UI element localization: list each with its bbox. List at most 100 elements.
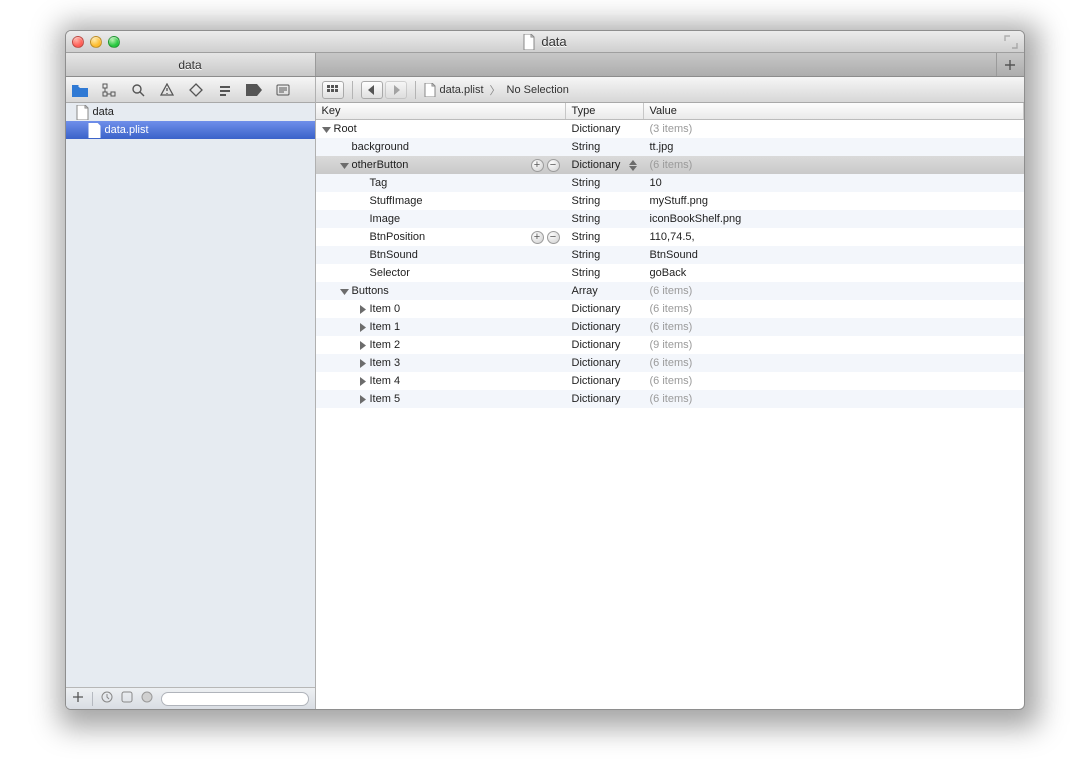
plist-type-label: Dictionary [572,357,621,369]
disclosure-triangle-icon[interactable] [358,322,368,332]
plist-value-label: goBack [644,267,1024,279]
type-stepper[interactable] [629,160,638,171]
jump-bar: data.plist 〉 No Selection [316,77,1024,103]
file-icon [76,105,89,120]
navigator-row[interactable]: data.plist [66,121,315,139]
test-navigator-icon[interactable] [188,82,204,98]
debug-navigator-icon[interactable] [217,82,233,98]
plist-row[interactable]: otherButton+−Dictionary(6 items) [316,156,1024,174]
related-items-button[interactable] [322,81,344,99]
zoom-window-button[interactable] [108,36,120,48]
plist-value-label: (6 items) [644,357,1024,369]
navigator-outline[interactable]: datadata.plist [66,103,315,687]
navigator-filter-bar [66,687,315,709]
recent-filter-icon[interactable] [101,691,113,706]
close-window-button[interactable] [72,36,84,48]
search-navigator-icon[interactable] [130,82,146,98]
plist-row[interactable]: Tag String 10 [316,174,1024,192]
plist-value-label: (6 items) [644,393,1024,405]
plist-type-label: String [572,177,601,189]
tab-data[interactable]: data [66,53,316,76]
file-icon [424,83,436,97]
plist-row[interactable]: BtnSoundStringBtnSound [316,246,1024,264]
chevron-right-icon: 〉 [490,82,501,98]
plist-value-label: myStuff.png [644,195,1024,207]
plist-key-label: BtnSound [370,249,418,261]
forward-button[interactable] [385,81,407,99]
plist-row[interactable]: Selector String goBack [316,264,1024,282]
remove-row-button[interactable]: − [547,159,560,172]
plist-key-label: Item 2 [370,339,401,351]
plist-row[interactable]: ButtonsArray(6 items) [316,282,1024,300]
back-button[interactable] [361,81,383,99]
column-header-value[interactable]: Value [644,103,1024,119]
plist-key-label: Root [334,123,357,135]
plist-key-label: BtnPosition [370,231,426,243]
plist-row[interactable]: StuffImageStringmyStuff.png [316,192,1024,210]
breakpoint-navigator-icon[interactable] [246,82,262,98]
plist-table-header: Key Type Value [316,103,1024,120]
disclosure-triangle-icon[interactable] [358,358,368,368]
add-button[interactable] [72,691,84,706]
plist-value-label: (6 items) [644,303,1024,315]
disclosure-triangle-icon[interactable] [340,160,350,170]
plist-type-label: String [572,195,601,207]
plist-row[interactable]: Item 3Dictionary(6 items) [316,354,1024,372]
add-row-button[interactable]: + [531,159,544,172]
fullscreen-icon[interactable] [1004,35,1018,49]
remove-row-button[interactable]: − [547,231,560,244]
plist-table[interactable]: RootDictionary(3 items) background String t… [316,120,1024,709]
plist-row[interactable]: Item 2Dictionary(9 items) [316,336,1024,354]
plist-row[interactable]: background String tt.jpg [316,138,1024,156]
navigator-filter-field[interactable] [161,692,309,706]
disclosure-triangle-icon[interactable] [340,286,350,296]
symbol-navigator-icon[interactable] [101,82,117,98]
plist-row[interactable]: ImageStringiconBookShelf.png [316,210,1024,228]
navigator-row[interactable]: data [66,103,315,121]
navigator-selector-bar [66,77,315,103]
project-navigator-icon[interactable] [72,82,88,98]
plist-type-label: String [572,141,601,153]
scm-filter-icon[interactable] [121,691,133,706]
column-header-key[interactable]: Key [316,103,566,119]
plist-type-label: String [572,231,601,243]
plist-key-label: background [352,141,410,153]
plist-value-label: iconBookShelf.png [644,213,1024,225]
plist-key-label: Item 0 [370,303,401,315]
log-navigator-icon[interactable] [275,82,291,98]
disclosure-triangle-icon[interactable] [358,376,368,386]
plist-value-label: tt.jpg [644,141,1024,153]
plist-row[interactable]: Item 1Dictionary(6 items) [316,318,1024,336]
jump-bar-file-label: data.plist [440,84,484,96]
add-row-button[interactable]: + [531,231,544,244]
file-icon [88,123,101,138]
disclosure-triangle-icon[interactable] [358,304,368,314]
column-header-type[interactable]: Type [566,103,644,119]
plist-type-label: String [572,267,601,279]
jump-bar-file[interactable]: data.plist [424,83,484,97]
minimize-window-button[interactable] [90,36,102,48]
disclosure-triangle-icon[interactable] [358,394,368,404]
new-tab-button[interactable] [996,53,1024,76]
plist-value-label: (9 items) [644,339,1024,351]
saved-filter-icon[interactable] [141,691,153,706]
disclosure-triangle-icon [358,178,368,188]
plist-row[interactable]: RootDictionary(3 items) [316,120,1024,138]
plist-row[interactable]: Item 0 Dictionary (6 items) [316,300,1024,318]
issue-navigator-icon[interactable] [159,82,175,98]
plist-type-label: Dictionary [572,303,621,315]
plist-key-label: Buttons [352,285,389,297]
plist-value-label: 10 [644,177,1024,189]
plist-type-label: String [572,213,601,225]
plist-key-label: Tag [370,177,388,189]
disclosure-triangle-icon [358,268,368,278]
disclosure-triangle-icon [358,196,368,206]
disclosure-triangle-icon[interactable] [358,340,368,350]
plist-value-label: (6 items) [644,375,1024,387]
plist-row[interactable]: Item 5Dictionary(6 items) [316,390,1024,408]
jump-bar-selection[interactable]: No Selection [507,84,569,96]
plist-row[interactable]: BtnPosition+−String110,74.5, [316,228,1024,246]
plist-key-label: Selector [370,267,410,279]
disclosure-triangle-icon[interactable] [322,124,332,134]
plist-row[interactable]: Item 4Dictionary(6 items) [316,372,1024,390]
